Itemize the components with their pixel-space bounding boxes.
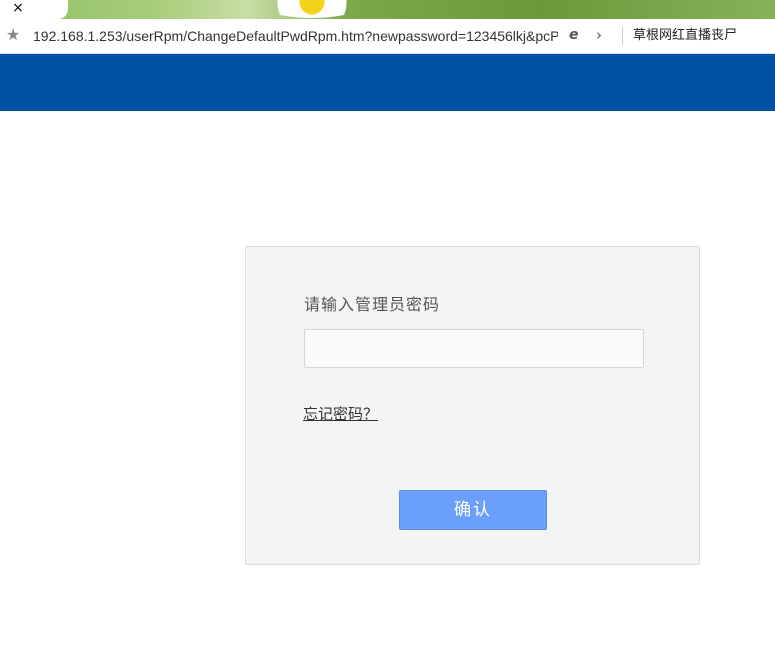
chevron-right-icon[interactable]: › <box>596 26 608 44</box>
url-field[interactable]: 192.168.1.253/userRpm/ChangeDefaultPwdRp… <box>33 27 558 45</box>
address-bar: ★ 192.168.1.253/userRpm/ChangeDefaultPwd… <box>0 19 775 54</box>
close-icon[interactable]: × <box>10 0 26 17</box>
password-input[interactable] <box>304 329 644 368</box>
password-prompt-label: 请输入管理员密码 <box>304 295 441 314</box>
router-header-band <box>0 54 775 111</box>
browser-chrome: × ★ 192.168.1.253/userRpm/ChangeDefaultP… <box>0 0 775 54</box>
confirm-button[interactable]: 确认 <box>399 490 547 530</box>
browser-tab[interactable]: × <box>0 0 68 19</box>
ie-icon[interactable]: e <box>569 27 585 43</box>
toolbar-divider <box>622 27 623 45</box>
tab-background-flower-image <box>252 0 372 18</box>
search-suggestion-link[interactable]: 草根网红直播丧尸 <box>633 27 773 45</box>
tab-strip: × <box>0 0 775 19</box>
star-icon[interactable]: ★ <box>6 26 22 44</box>
login-panel: 请输入管理员密码 忘记密码？ 确认 <box>245 246 700 565</box>
forgot-password-link[interactable]: 忘记密码？ <box>303 404 378 424</box>
